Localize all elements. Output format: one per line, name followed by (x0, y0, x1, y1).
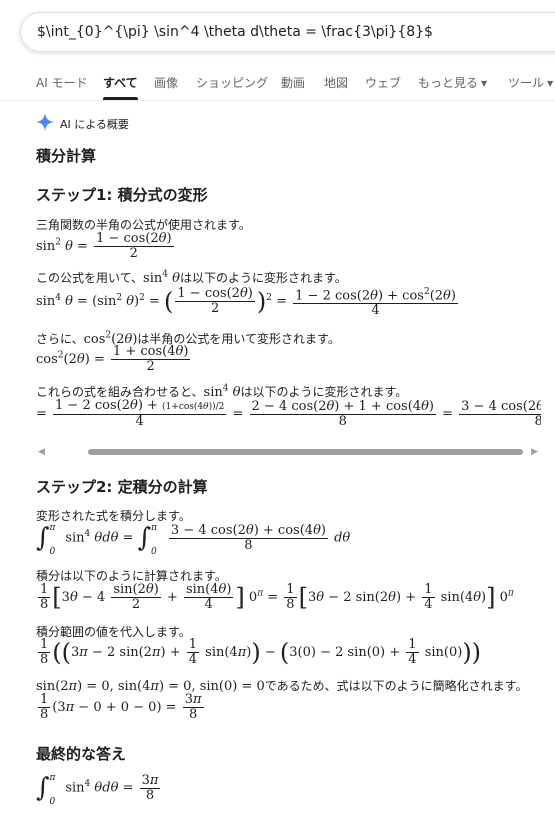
tab-shopping[interactable]: ショッピング (196, 74, 268, 91)
tab-ai-mode[interactable]: AI モード (36, 74, 88, 91)
tab-images[interactable]: 画像 (154, 74, 178, 91)
page-title: 積分計算 (36, 147, 97, 165)
step1-text-2a: この公式を用いて、 (36, 271, 144, 285)
step1-text-2b: は以下のように変形されます。 (179, 271, 347, 285)
tab-more-label: もっと見る (418, 76, 479, 90)
search-tabs: AI モード すべて 画像 ショッピング 動画 地図 ウェブ もっと見る ▼ ツー… (0, 74, 555, 101)
horizontal-scrollbar[interactable]: ◀ ▶ (38, 446, 538, 458)
eq-integral-transform: ∫π0 sin4 θdθ = ∫π0 3 − 4 cos(2θ) + cos(4… (36, 522, 351, 557)
step1-text-2: この公式を用いて、sin4 θは以下のように変形されます。 (36, 269, 347, 286)
eq-combined: = 1 − 2 cos(2θ) + (1+cos(4θ))/2 4 = 2 − 4… (36, 399, 541, 429)
tab-tools-label: ツール (508, 76, 545, 90)
step1-text-4: これらの式を組み合わせると、sin4 θは以下のように変形されます。 (36, 383, 408, 400)
chevron-down-icon: ▼ (547, 79, 554, 88)
step1-heading: ステップ1: 積分式の変形 (36, 186, 208, 204)
step2-text-4-suffix: であるため、式は以下のように簡略化されます。 (264, 679, 528, 693)
eq-final-answer: ∫π0 sin4 θdθ = 3π 8 (36, 772, 161, 807)
step2-text-4: sin(2π) = 0, sin(4π) = 0, sin(0) = 0であるた… (36, 679, 528, 694)
eq-substitute: 1 8 ((3π − 2 sin(2π) + 14 sin(4π)) − (3(0)… (38, 637, 482, 667)
step2-heading: ステップ2: 定積分の計算 (36, 478, 208, 496)
scroll-right-icon[interactable]: ▶ (531, 447, 538, 457)
ai-overview-label: AI による概要 (60, 118, 129, 131)
step1-text-4a: これらの式を組み合わせると、 (36, 385, 204, 399)
tab-web[interactable]: ウェブ (365, 74, 401, 91)
step1-text-4b: は以下のように変形されます。 (240, 385, 408, 399)
search-box[interactable] (20, 12, 555, 52)
tab-all[interactable]: すべて (103, 74, 138, 100)
sparkle-icon (36, 113, 54, 131)
tab-maps[interactable]: 地図 (324, 74, 348, 91)
tab-videos[interactable]: 動画 (281, 74, 305, 91)
tab-more[interactable]: もっと見る ▼ (418, 74, 487, 91)
final-heading: 最終的な答え (36, 745, 127, 763)
eq-simplified: 1 8 (3π − 0 + 0 − 0) = 3π 8 (38, 692, 204, 722)
search-input[interactable] (37, 24, 555, 40)
step2-text-1: 変形された式を積分します。 (36, 509, 191, 523)
tab-tools[interactable]: ツール ▼ (508, 74, 553, 91)
eq-sin4-expand: sin4 θ = (sin2 θ)2 = (1 − cos(2θ) 2)2 = 1… (36, 286, 458, 319)
step1-text-3a: さらに、 (36, 332, 84, 346)
eq-antiderivative: 1 8 [3θ − 4 sin(2θ) 2 + sin(4θ) 4] 0π = 1 8 [3… (38, 582, 514, 612)
scrollbar-thumb[interactable] (88, 449, 523, 455)
eq-half-angle: sin2 θ = 1 − cos(2θ) 2 (36, 231, 174, 261)
chevron-down-icon: ▼ (481, 79, 488, 88)
scroll-left-icon[interactable]: ◀ (38, 447, 45, 457)
eq-cos2-half: cos2(2θ) = 1 + cos(4θ) 2 (36, 344, 191, 374)
